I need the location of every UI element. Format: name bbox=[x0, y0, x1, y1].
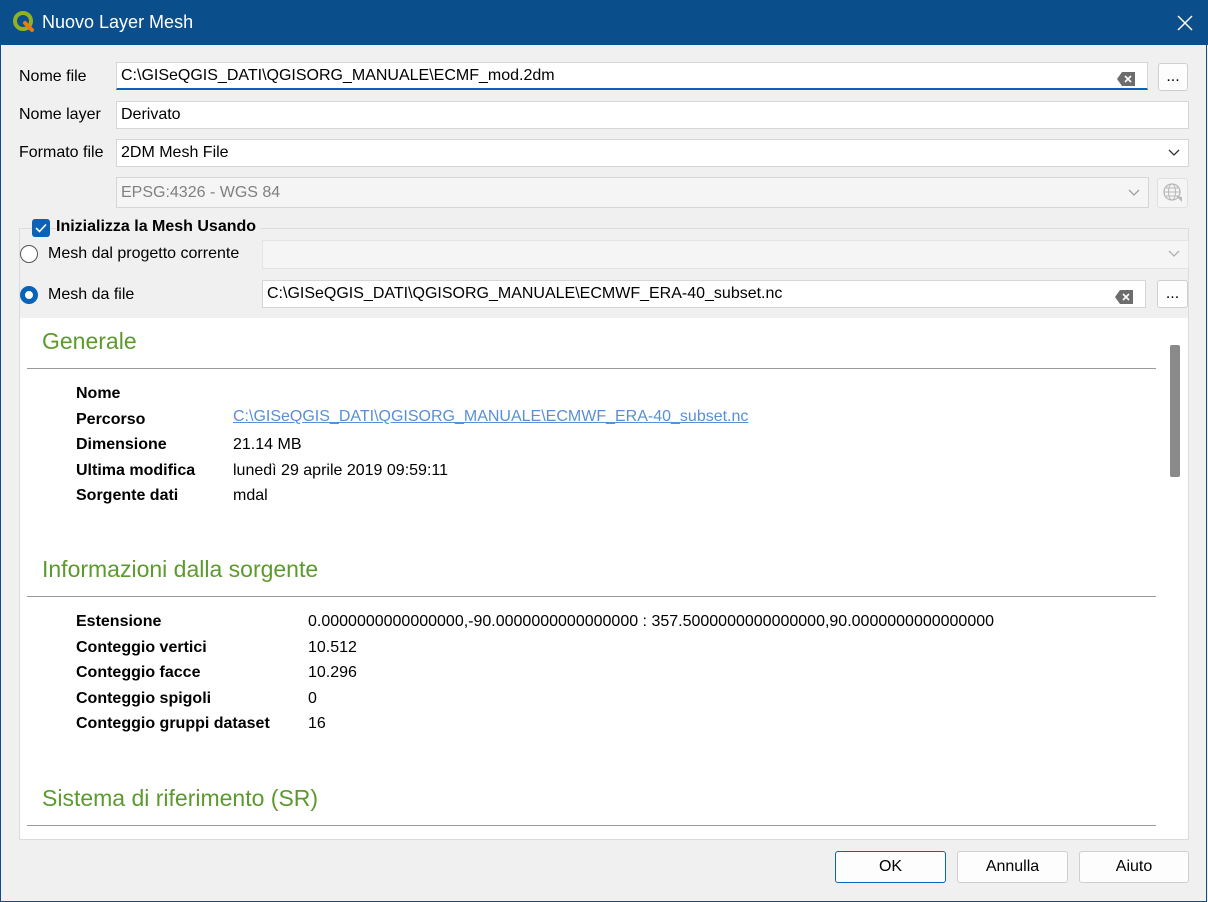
source-row-value: 16 bbox=[308, 715, 326, 732]
layer-name-input[interactable]: Derivato bbox=[116, 101, 1189, 129]
mesh-from-project-label: Mesh dal progetto corrente bbox=[48, 245, 240, 262]
scrollbar-thumb[interactable] bbox=[1170, 345, 1180, 477]
path-link[interactable]: C:\GISeQGIS_DATI\QGISORG_MANUALE\ECMWF_E… bbox=[233, 408, 748, 426]
general-row-value: mdal bbox=[233, 487, 268, 504]
qgis-logo-icon bbox=[12, 10, 36, 34]
source-row-key: Conteggio spigoli bbox=[76, 690, 212, 707]
section-divider bbox=[27, 825, 1156, 826]
browse-source-button[interactable]: ... bbox=[1157, 280, 1188, 308]
source-row-value: 10.512 bbox=[308, 639, 357, 656]
source-row-key: Estensione bbox=[76, 613, 162, 630]
source-file-value: C:\GISeQGIS_DATI\QGISORG_MANUALE\ECMWF_E… bbox=[267, 285, 783, 302]
file-name-value: C:\GISeQGIS_DATI\QGISORG_MANUALE\ECMF_mo… bbox=[121, 67, 555, 84]
chevron-down-icon bbox=[1128, 189, 1140, 196]
format-label: Formato file bbox=[19, 144, 104, 161]
crs-selector-button bbox=[1157, 178, 1188, 208]
section-title-crs: Sistema di riferimento (SR) bbox=[42, 785, 319, 811]
close-button[interactable] bbox=[1162, 0, 1208, 45]
close-icon bbox=[1177, 14, 1193, 31]
source-row-key: Conteggio facce bbox=[76, 664, 201, 681]
globe-crs-icon bbox=[1162, 183, 1182, 202]
general-row-value: lunedì 29 aprile 2019 09:59:11 bbox=[233, 462, 448, 479]
source-file-input[interactable]: C:\GISeQGIS_DATI\QGISORG_MANUALE\ECMWF_E… bbox=[262, 280, 1146, 308]
source-row-key: Conteggio vertici bbox=[76, 639, 207, 656]
crs-value: EPSG:4326 - WGS 84 bbox=[121, 184, 281, 201]
mesh-from-file-radio[interactable] bbox=[20, 286, 38, 304]
layer-name-value: Derivato bbox=[121, 106, 181, 123]
section-divider bbox=[27, 368, 1156, 369]
project-layer-select bbox=[262, 240, 1189, 269]
file-name-input[interactable]: C:\GISeQGIS_DATI\QGISORG_MANUALE\ECMF_mo… bbox=[116, 62, 1148, 90]
clear-text-icon[interactable] bbox=[1117, 69, 1135, 86]
layer-name-label: Nome layer bbox=[19, 106, 101, 123]
general-row-key: Dimensione bbox=[76, 436, 167, 453]
section-divider bbox=[27, 596, 1156, 597]
general-row-key: Percorso bbox=[76, 411, 146, 428]
mesh-from-project-radio[interactable] bbox=[20, 245, 38, 263]
format-value: 2DM Mesh File bbox=[121, 144, 229, 161]
chevron-down-icon bbox=[1168, 149, 1180, 156]
source-row-value: 0.0000000000000000,-90.0000000000000000 … bbox=[308, 613, 995, 630]
browse-output-button[interactable]: ... bbox=[1158, 63, 1188, 91]
source-row-value: 10.296 bbox=[308, 664, 357, 681]
init-mesh-label: Inizializza la Mesh Usando bbox=[56, 218, 261, 236]
section-title-general: Generale bbox=[42, 328, 137, 354]
help-button[interactable]: Aiuto bbox=[1079, 851, 1189, 883]
window-title: Nuovo Layer Mesh bbox=[42, 12, 194, 32]
cancel-button[interactable]: Annulla bbox=[957, 851, 1068, 883]
title-bar: Nuovo Layer Mesh bbox=[0, 0, 1208, 45]
general-row-value: 21.14 MB bbox=[233, 436, 302, 453]
general-row-key: Nome bbox=[76, 385, 121, 402]
section-title-source: Informazioni dalla sorgente bbox=[42, 556, 319, 582]
init-mesh-checkbox[interactable] bbox=[32, 219, 50, 237]
source-row-value: 0 bbox=[308, 690, 317, 707]
metadata-panel[interactable]: Generale Nome Percorso C:\GISeQGIS_DATI\… bbox=[20, 318, 1163, 839]
chevron-down-icon bbox=[1168, 250, 1180, 257]
file-name-label: Nome file bbox=[19, 68, 87, 85]
ok-button[interactable]: OK bbox=[835, 851, 946, 883]
format-select[interactable]: 2DM Mesh File bbox=[116, 139, 1189, 167]
mesh-from-file-label: Mesh da file bbox=[48, 286, 135, 303]
clear-text-icon[interactable] bbox=[1115, 287, 1133, 304]
general-row-key: Sorgente dati bbox=[76, 487, 179, 504]
source-row-key: Conteggio gruppi dataset bbox=[76, 715, 270, 732]
checkmark-icon bbox=[35, 223, 47, 233]
crs-select: EPSG:4326 - WGS 84 bbox=[116, 177, 1149, 208]
general-row-key: Ultima modifica bbox=[76, 462, 196, 479]
